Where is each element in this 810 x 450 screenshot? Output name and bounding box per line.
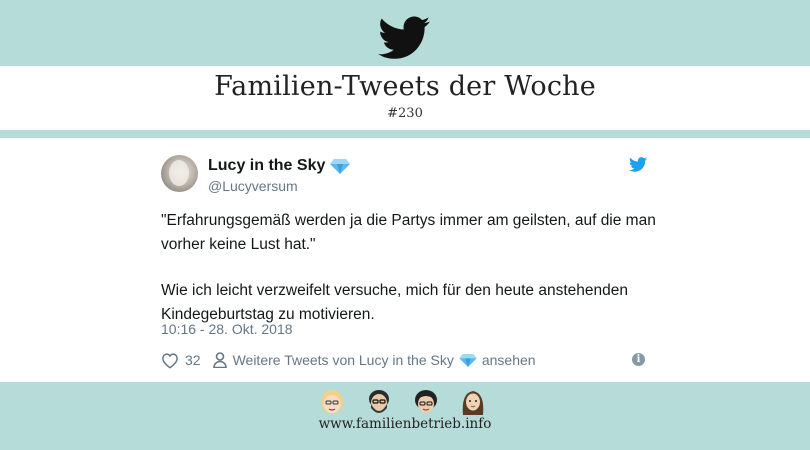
tweet-card: Lucy in the Sky @Lucyversum "Erfahrungsg…	[0, 138, 810, 382]
author-row[interactable]: Lucy in the Sky	[208, 157, 351, 175]
info-icon[interactable]: i	[632, 353, 645, 366]
issue-number: #230	[387, 106, 423, 121]
tweet-paragraph: Wie ich leicht verzweifelt versuche, mic…	[161, 282, 628, 323]
gem-icon	[459, 353, 477, 367]
footer: www.familienbetrieb.info	[0, 382, 810, 450]
separator	[0, 130, 810, 138]
tweet-actions: 32 Weitere Tweets von Lucy in the Sky an…	[161, 350, 651, 370]
gem-icon	[330, 158, 351, 174]
avatar-face-blonde-icon	[321, 390, 343, 414]
more-tweets-link[interactable]: Weitere Tweets von Lucy in the Sky anseh…	[233, 352, 536, 368]
avatar-face-dark-hair-icon	[415, 390, 437, 413]
page-title: Familien-Tweets der Woche	[214, 71, 596, 102]
top-band	[0, 0, 810, 66]
twitter-bird-icon[interactable]	[629, 157, 647, 172]
author-handle[interactable]: @Lucyversum	[208, 178, 298, 194]
twitter-bird-icon	[378, 16, 430, 59]
more-tweets-suffix: ansehen	[481, 352, 536, 368]
avatar[interactable]	[161, 155, 198, 192]
avatar-face-long-hair-icon	[462, 391, 484, 415]
family-avatars	[317, 387, 488, 417]
tweet-paragraph: "Erfahrungsgemäß werden ja die Partys im…	[161, 212, 656, 253]
avatar-face-bearded-icon	[369, 390, 389, 413]
like-count[interactable]: 32	[185, 352, 201, 368]
site-url[interactable]: www.familienbetrieb.info	[0, 416, 810, 432]
heart-icon[interactable]	[161, 352, 179, 369]
author-name[interactable]: Lucy in the Sky	[208, 157, 325, 175]
tweet-timestamp[interactable]: 10:16 - 28. Okt. 2018	[161, 321, 293, 337]
person-icon	[212, 352, 227, 368]
title-banner: Familien-Tweets der Woche #230	[0, 66, 810, 130]
more-tweets-prefix: Weitere Tweets von Lucy in the Sky	[232, 352, 454, 368]
